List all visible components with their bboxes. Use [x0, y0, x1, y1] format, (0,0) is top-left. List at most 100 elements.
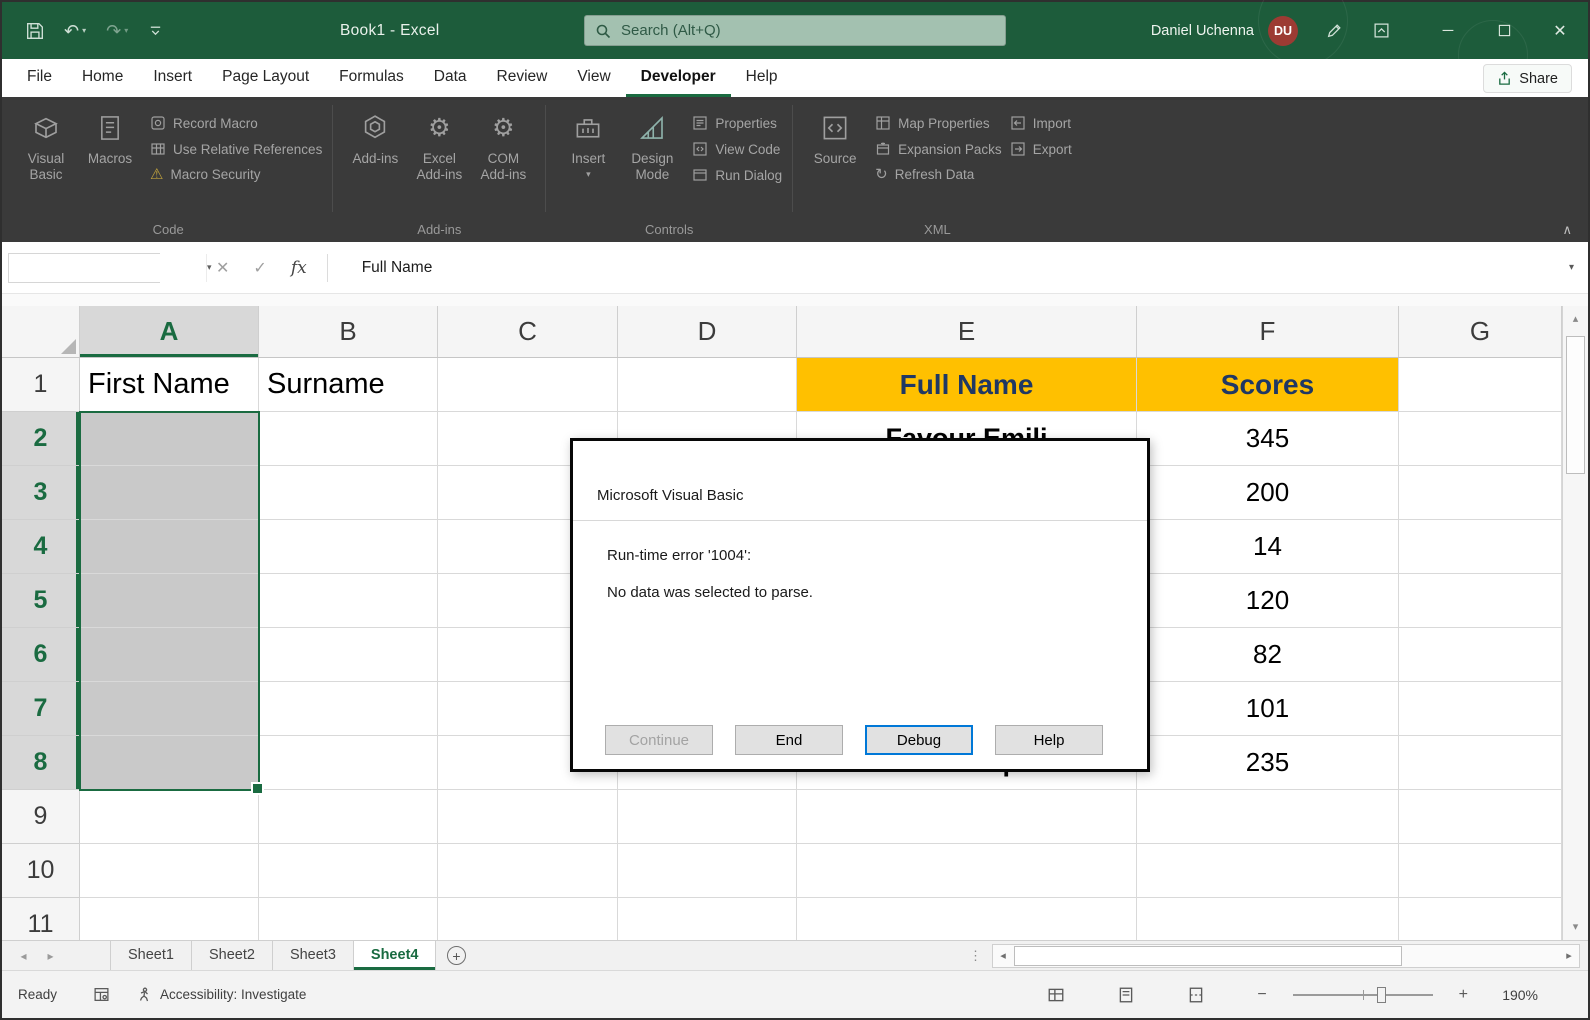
cell-A8[interactable] [80, 736, 259, 790]
cell-F8[interactable]: 235 [1137, 736, 1399, 790]
pen-input-button[interactable] [1326, 22, 1343, 39]
import-button[interactable]: Import [1010, 115, 1072, 131]
tab-data[interactable]: Data [419, 59, 482, 97]
zoom-slider[interactable] [1293, 987, 1433, 1003]
column-header-F[interactable]: F [1137, 306, 1399, 357]
column-header-C[interactable]: C [438, 306, 618, 357]
cell-A3[interactable] [80, 466, 259, 520]
macro-security-button[interactable]: ⚠ Macro Security [150, 167, 322, 182]
sheet-tab-sheet4[interactable]: Sheet4 [354, 941, 437, 970]
ribbon-display-options-button[interactable] [1373, 22, 1390, 39]
tab-developer[interactable]: Developer [626, 59, 731, 97]
row-header-1[interactable]: 1 [2, 358, 80, 412]
macro-record-button[interactable] [93, 986, 110, 1003]
cell-F4[interactable]: 14 [1137, 520, 1399, 574]
cell-A11[interactable] [80, 898, 259, 940]
cell-G9[interactable] [1399, 790, 1562, 844]
zoom-slider-thumb[interactable] [1377, 987, 1386, 1003]
customize-qat-button[interactable] [148, 23, 163, 38]
end-button[interactable]: End [735, 725, 843, 755]
select-all-corner[interactable] [2, 306, 80, 357]
macros-button[interactable]: Macros [79, 103, 141, 167]
page-layout-view-button[interactable] [1117, 986, 1135, 1004]
scroll-up-arrow[interactable]: ▴ [1563, 306, 1588, 332]
cell-F9[interactable] [1137, 790, 1399, 844]
sheet-nav-right[interactable]: ▸ [37, 941, 64, 971]
cell-B2[interactable] [259, 412, 438, 466]
formula-input[interactable]: Full Name [362, 259, 433, 277]
insert-function-icon[interactable]: fx [291, 258, 307, 278]
refresh-data-button[interactable]: ↻ Refresh Data [875, 167, 1002, 182]
zoom-percentage[interactable]: 190% [1494, 987, 1538, 1003]
cell-C1[interactable] [438, 358, 618, 412]
new-sheet-button[interactable]: + [436, 946, 476, 965]
horizontal-scrollbar[interactable]: ◂ ▸ [992, 944, 1580, 968]
row-header-6[interactable]: 6 [2, 628, 80, 682]
cell-E10[interactable] [797, 844, 1137, 898]
cell-G11[interactable] [1399, 898, 1562, 940]
cancel-entry-icon[interactable]: ✕ [216, 258, 229, 278]
design-mode-button[interactable]: Design Mode [621, 103, 683, 183]
search-box[interactable] [584, 15, 1006, 46]
redo-button[interactable]: ↷▾ [106, 22, 128, 40]
cell-G7[interactable] [1399, 682, 1562, 736]
row-header-10[interactable]: 10 [2, 844, 80, 898]
save-button[interactable] [26, 22, 44, 40]
tab-formulas[interactable]: Formulas [324, 59, 419, 97]
cell-G5[interactable] [1399, 574, 1562, 628]
sheet-nav-left[interactable]: ◂ [10, 941, 37, 971]
column-header-D[interactable]: D [618, 306, 797, 357]
cell-B1[interactable]: Surname [259, 358, 438, 412]
formula-bar-expand-icon[interactable]: ▾ [1569, 262, 1574, 273]
row-header-3[interactable]: 3 [2, 466, 80, 520]
cell-A1[interactable]: First Name [80, 358, 259, 412]
insert-control-button[interactable]: Insert ▾ [557, 103, 619, 180]
cell-A6[interactable] [80, 628, 259, 682]
row-header-4[interactable]: 4 [2, 520, 80, 574]
cell-B10[interactable] [259, 844, 438, 898]
user-name[interactable]: Daniel Uchenna [1151, 23, 1254, 39]
cell-G1[interactable] [1399, 358, 1562, 412]
sheet-tab-sheet1[interactable]: Sheet1 [110, 941, 192, 970]
cell-C9[interactable] [438, 790, 618, 844]
visual-basic-button[interactable]: Visual Basic [15, 103, 77, 183]
cell-F2[interactable]: 345 [1137, 412, 1399, 466]
cell-A2[interactable] [80, 412, 259, 466]
close-button[interactable]: ✕ [1532, 2, 1588, 59]
tab-page-layout[interactable]: Page Layout [207, 59, 324, 97]
cell-A4[interactable] [80, 520, 259, 574]
cell-G3[interactable] [1399, 466, 1562, 520]
minimize-button[interactable]: ─ [1420, 2, 1476, 59]
tab-home[interactable]: Home [67, 59, 138, 97]
row-header-2[interactable]: 2 [2, 412, 80, 466]
column-header-E[interactable]: E [797, 306, 1137, 357]
cell-F11[interactable] [1137, 898, 1399, 940]
sheet-tab-sheet2[interactable]: Sheet2 [192, 941, 273, 970]
tab-file[interactable]: File [12, 59, 67, 97]
cell-B7[interactable] [259, 682, 438, 736]
cell-B3[interactable] [259, 466, 438, 520]
cell-F7[interactable]: 101 [1137, 682, 1399, 736]
cell-E9[interactable] [797, 790, 1137, 844]
normal-view-button[interactable] [1047, 986, 1065, 1004]
cell-B11[interactable] [259, 898, 438, 940]
excel-addins-button[interactable]: ⚙ Excel Add-ins [408, 103, 470, 183]
cell-F10[interactable] [1137, 844, 1399, 898]
zoom-out-button[interactable]: − [1257, 986, 1266, 1004]
cell-A5[interactable] [80, 574, 259, 628]
cell-D9[interactable] [618, 790, 797, 844]
scroll-down-arrow[interactable]: ▾ [1563, 914, 1588, 940]
row-header-5[interactable]: 5 [2, 574, 80, 628]
column-header-G[interactable]: G [1399, 306, 1562, 357]
cell-F5[interactable]: 120 [1137, 574, 1399, 628]
com-addins-button[interactable]: ⚙ COM Add-ins [472, 103, 534, 183]
cell-G6[interactable] [1399, 628, 1562, 682]
horizontal-scroll-track[interactable] [1013, 945, 1559, 967]
help-button[interactable]: Help [995, 725, 1103, 755]
name-box[interactable]: ▾ [8, 253, 160, 283]
cell-B8[interactable] [259, 736, 438, 790]
cell-D1[interactable] [618, 358, 797, 412]
enter-entry-icon[interactable]: ✓ [253, 258, 266, 278]
tab-insert[interactable]: Insert [138, 59, 207, 97]
tab-view[interactable]: View [562, 59, 625, 97]
